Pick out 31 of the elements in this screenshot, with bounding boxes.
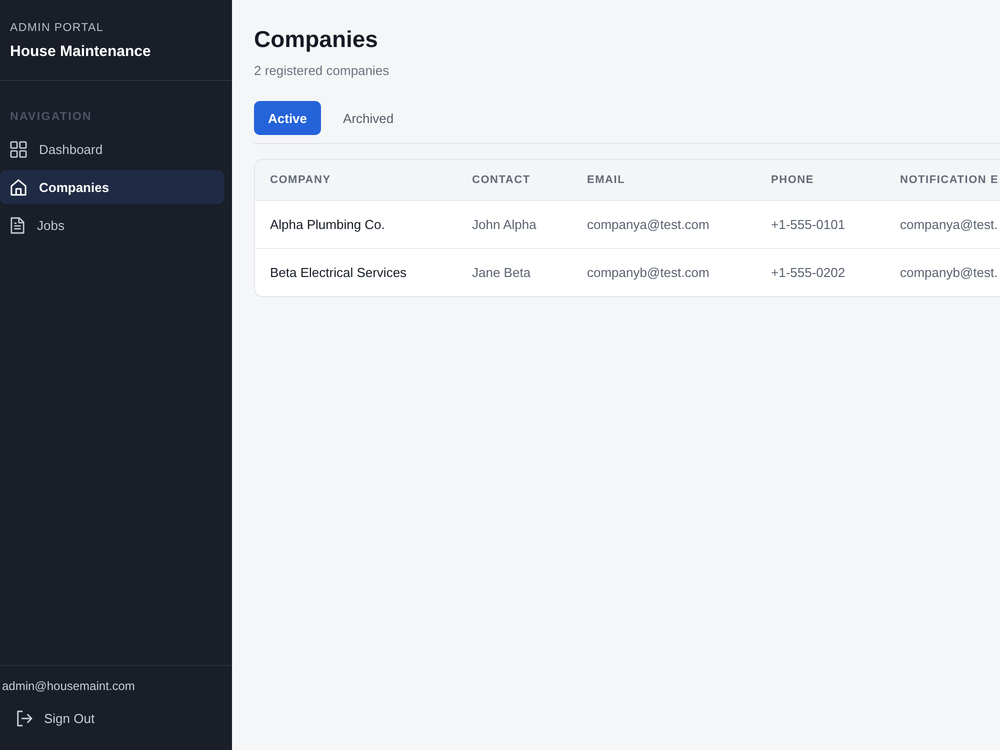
page-subtitle: 2 registered companies [254,62,390,80]
nav-section-label: NAVIGATION [9,110,93,124]
table-cell: Jane Beta [457,248,572,296]
grid-icon [10,140,27,158]
column-header: CONTACT [457,160,572,200]
document-icon [10,216,25,234]
table-cell: companya@test. [884,200,1000,248]
table-cell: Alpha Plumbing Co. [255,200,457,248]
nav-item[interactable]: Jobs [0,208,224,242]
sign-out-button[interactable]: Sign Out [2,701,95,735]
table-cell: Beta Electrical Services [255,248,457,296]
table-cell: companya@test.com [572,200,756,248]
table-cell: companyb@test.com [572,248,756,296]
table-cell: companyb@test. [884,248,1000,296]
column-header: COMPANY [255,160,457,200]
column-header: EMAIL [572,160,756,200]
column-header: PHONE [756,160,884,200]
user-email: admin@housemaint.com [2,678,136,694]
app-title: House Maintenance [10,43,152,61]
home-icon [10,178,27,196]
tab[interactable]: Archived [329,101,408,135]
portal-label: ADMIN PORTAL [10,21,104,35]
page-title: Companies [254,25,379,54]
column-header: NOTIFICATION E [884,160,1000,200]
sign-out-icon [16,710,33,726]
table-cell: +1-555-0202 [756,248,884,296]
nav-item[interactable]: Companies [0,170,224,204]
tab[interactable]: Active [254,101,322,135]
nav-item[interactable]: Dashboard [0,132,224,166]
table-cell: +1-555-0101 [756,200,884,248]
table-cell: John Alpha [457,200,572,248]
